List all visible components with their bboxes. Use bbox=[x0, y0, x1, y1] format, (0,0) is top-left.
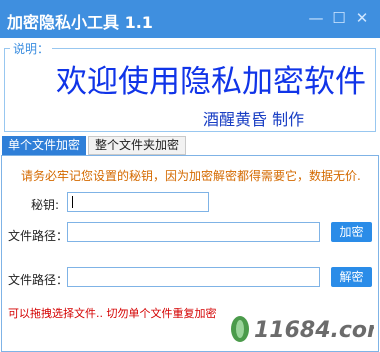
welcome-heading: 欢迎使用隐私加密软件 bbox=[56, 64, 366, 100]
window-title: 加密隐私小工具 1.1 bbox=[7, 13, 153, 32]
close-button[interactable]: ✕ bbox=[353, 9, 371, 27]
path-input-encrypt[interactable] bbox=[67, 222, 320, 242]
svg-text:11684.com: 11684.com bbox=[254, 318, 374, 343]
maximize-button[interactable]: ☐ bbox=[330, 9, 348, 27]
path-label-decrypt: 文件路径： bbox=[8, 273, 69, 287]
encrypt-button[interactable]: 加密 bbox=[331, 222, 372, 242]
path-label-encrypt: 文件路径： bbox=[8, 229, 69, 243]
decrypt-button[interactable]: 解密 bbox=[331, 267, 372, 287]
description-legend: 说明： bbox=[10, 40, 53, 57]
key-input[interactable] bbox=[67, 192, 209, 212]
key-label: 秘钥: bbox=[31, 198, 60, 212]
site-watermark: 11684.com bbox=[226, 309, 380, 345]
author-credit: 酒醒黄昏 制作 bbox=[203, 110, 305, 129]
app-window: 加密隐私小工具 1.1 — ☐ ✕ 说明： 欢迎使用隐私加密软件 酒醒黄昏 制作… bbox=[0, 0, 380, 352]
title-bar[interactable]: 加密隐私小工具 1.1 — ☐ ✕ bbox=[0, 0, 380, 38]
tab-single-file[interactable]: 单个文件加密 bbox=[2, 136, 87, 155]
tab-folder[interactable]: 整个文件夹加密 bbox=[88, 136, 187, 155]
drag-drop-hint: 可以拖拽选择文件.. 切勿单个文件重复加密 bbox=[8, 307, 217, 320]
warning-notice: 请务必牢记您设置的秘钥，因为加密解密都得需要它，数据无价... bbox=[21, 169, 361, 183]
path-input-decrypt[interactable] bbox=[67, 267, 320, 287]
text-caret bbox=[72, 196, 73, 208]
minimize-button[interactable]: — bbox=[307, 9, 325, 27]
watermark-logo-icon: 11684.com bbox=[231, 316, 380, 343]
